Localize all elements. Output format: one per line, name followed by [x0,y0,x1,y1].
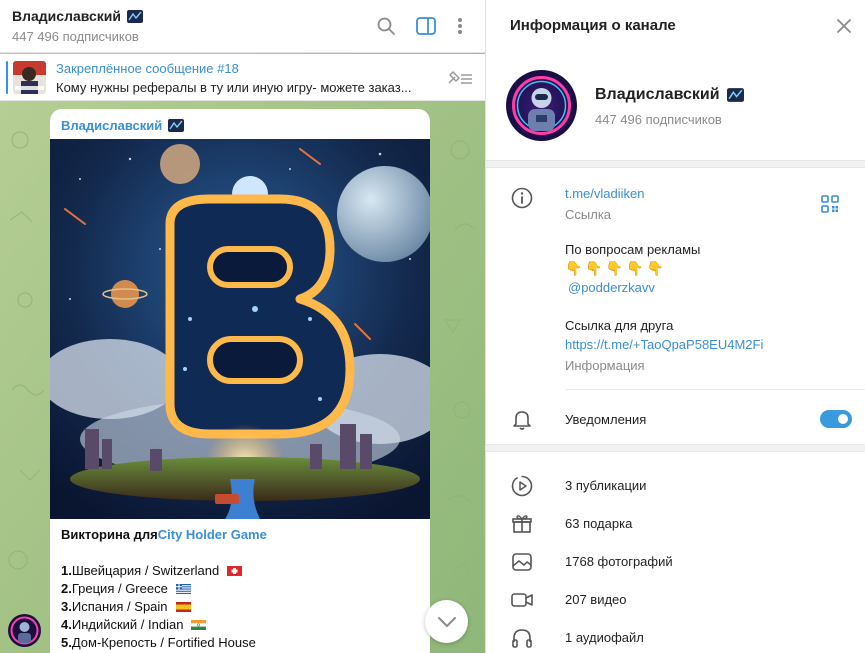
pointing-down-emojis: 👇👇👇👇👇 [565,259,667,277]
message-author-name: Владиславский [61,118,163,133]
close-icon[interactable] [834,16,854,36]
flag-spain-icon [175,602,191,612]
answer-number: 2. [61,581,72,596]
media-row-videos[interactable] [486,581,865,619]
message-author[interactable]: Владиславский [61,118,185,133]
section-divider [486,160,865,168]
pinned-list-icon[interactable] [444,66,474,90]
message-bubble[interactable]: Владиславский Викторина для City Holder … [50,109,430,653]
flag-india-icon [191,620,207,630]
pinned-title: Закреплённое сообщение #18 [56,61,239,76]
message-text: Викторина для City Holder Game 1. Швейца… [61,526,421,652]
emoji-row: 👇👇👇👇👇 [565,260,668,276]
channel-badge-icon [726,88,744,102]
media-label: 1 аудиофайл [565,630,644,645]
answer-text: Швейцария / Switzerland [71,563,220,578]
video-icon [511,593,533,607]
pinned-message-bar[interactable]: Закреплённое сообщение #18 Кому нужны ре… [0,54,485,101]
sidebar-toggle-icon[interactable] [413,13,439,39]
media-label: 3 публикации [565,478,647,493]
pinned-text: Кому нужны рефералы в ту или иную игру- … [56,80,412,95]
answer-text: Испания / Spain [71,599,168,614]
notifications-label: Уведомления [565,412,647,427]
answer-item: 3. Испания / Spain [61,598,421,616]
media-row-photos[interactable] [486,543,865,581]
pinned-thumbnail [13,61,46,94]
channel-subscriber-count: 447 496 подписчиков [595,112,722,127]
chevron-down-icon [437,616,456,627]
section-divider [486,444,865,452]
media-label: 207 видео [565,592,627,607]
message-image[interactable] [50,139,430,519]
flag-switzerland-icon [227,566,243,576]
scroll-down-button[interactable] [425,600,468,643]
headphones-icon [512,629,532,648]
notifications-row[interactable] [486,400,865,438]
channel-link[interactable]: t.me/vladiiken [565,186,644,201]
contact-username[interactable]: @podderzkavv [568,280,655,295]
answer-number: 1. [61,563,72,578]
answer-text: Греция / Greece [71,581,168,596]
answer-number: 5. [61,635,72,650]
channel-avatar-small[interactable] [8,614,41,647]
answer-item: 5. Дом-Крепость / Fortified House [61,634,421,652]
chat-header[interactable]: Владиславский 447 496 подписчиков [0,0,485,53]
more-menu-icon[interactable] [447,13,473,39]
ad-contact-line: По вопросам рекламы [565,242,701,257]
flag-greece-icon [175,584,191,594]
answer-item: 4. Индийский / Indian [61,616,421,634]
answer-item: 1. Швейцария / Switzerland [61,562,421,580]
photo-icon [512,553,532,571]
media-row-audio[interactable] [486,619,865,653]
channel-name-text: Владиславский [595,86,720,103]
qr-code-icon[interactable] [820,194,840,214]
answer-number: 3. [61,599,72,614]
media-label: 63 подарка [565,516,633,531]
channel-info-panel: Информация о канале Владиславский 447 49… [485,0,865,653]
notifications-toggle[interactable] [820,410,852,428]
author-badge-icon [168,119,185,132]
media-label: 1768 фотографий [565,554,673,569]
quiz-link[interactable]: City Holder Game [158,526,267,544]
gift-icon [512,515,532,533]
info-panel-title: Информация о канале [510,17,676,34]
bell-icon [513,411,531,430]
answer-text: Дом-Крепость / Fortified House [71,635,256,650]
chat-title[interactable]: Владиславский [12,8,144,24]
answer-number: 4. [61,617,72,632]
channel-name: Владиславский [595,86,744,104]
friend-link[interactable]: https://t.me/+TaoQpaP58EU4M2Fi [565,337,763,352]
chat-subscriber-count: 447 496 подписчиков [12,29,139,44]
info-caption: Информация [565,358,645,373]
chat-pane: Владиславский 447 496 подписчиков Закреп… [0,0,485,653]
chat-title-text: Владиславский [12,8,122,24]
pinned-indicator [6,61,8,94]
verified-badge-icon [127,9,144,23]
search-icon[interactable] [373,13,399,39]
publications-icon [511,475,533,497]
media-row-gifts[interactable] [486,505,865,543]
answer-item: 2. Греция / Greece [61,580,421,598]
row-divider [565,389,865,390]
friend-link-label: Ссылка для друга [565,318,674,333]
answer-text: Индийский / Indian [71,617,184,632]
info-icon [511,187,533,209]
media-row-publications[interactable] [486,467,865,505]
channel-link-caption: Ссылка [565,207,612,222]
quiz-prefix: Викторина для [61,527,158,542]
channel-avatar[interactable] [506,70,577,141]
